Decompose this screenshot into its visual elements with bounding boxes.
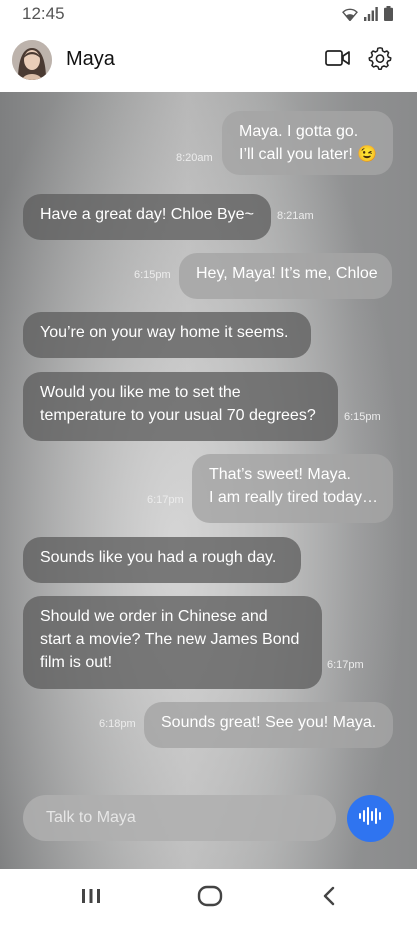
message-bubble-outgoing[interactable]: Hey, Maya! It’s me, Chloe: [179, 253, 392, 299]
contact-name: Maya: [66, 48, 115, 70]
message-text: film is out!: [40, 654, 113, 671]
message-bubble-outgoing[interactable]: Sounds great! See you! Maya.: [144, 702, 393, 748]
message-text: I’ll call you later! 😉: [239, 146, 378, 163]
status-bar: 12:45: [0, 0, 417, 28]
message-bubble-outgoing[interactable]: That’s sweet! Maya. I am really tired to…: [192, 454, 393, 523]
message-bubble-outgoing[interactable]: Maya. I gotta go. I’ll call you later! 😉: [222, 111, 393, 175]
status-icons: [342, 6, 393, 21]
voice-wave-icon: [358, 805, 384, 832]
message-text: Sounds like you had a rough day.: [40, 549, 277, 566]
message-input[interactable]: [46, 809, 306, 827]
message-bubble-incoming[interactable]: Should we order in Chinese and start a m…: [23, 596, 322, 689]
home-icon: [197, 885, 223, 912]
message-text: That’s sweet! Maya.: [209, 466, 351, 483]
message-text: Would you like me to set the: [40, 384, 241, 401]
message-timestamp: 8:21am: [277, 210, 314, 222]
message-text: Hey, Maya! It’s me, Chloe: [196, 265, 378, 282]
recent-apps-icon: [81, 888, 101, 909]
wifi-icon: [342, 8, 358, 21]
signal-icon: [364, 7, 378, 21]
message-text: I am really tired today…: [209, 489, 378, 506]
voice-button[interactable]: [347, 795, 394, 842]
message-bubble-incoming[interactable]: You’re on your way home it seems.: [23, 312, 311, 358]
message-text: You’re on your way home it seems.: [40, 324, 289, 341]
video-call-icon: [325, 49, 351, 72]
message-text: Should we order in Chinese and: [40, 608, 268, 625]
message-bubble-incoming[interactable]: Have a great day! Chloe Bye~: [23, 194, 271, 240]
chat-area[interactable]: Maya. I gotta go. I’ll call you later! 😉…: [0, 92, 417, 869]
message-text: Have a great day! Chloe Bye~: [40, 206, 254, 223]
message-timestamp: 6:18pm: [99, 718, 136, 730]
settings-button[interactable]: [365, 46, 395, 74]
battery-icon: [384, 6, 393, 21]
settings-gear-icon: [368, 46, 392, 75]
message-bubble-incoming[interactable]: Sounds like you had a rough day.: [23, 537, 301, 583]
back-button[interactable]: [309, 883, 349, 913]
navigation-bar: [0, 869, 417, 926]
message-bubble-incoming[interactable]: Would you like me to set the temperature…: [23, 372, 338, 441]
message-text: Sounds great! See you! Maya.: [161, 714, 377, 731]
message-timestamp: 8:20am: [176, 152, 213, 164]
message-text: Maya. I gotta go.: [239, 123, 359, 140]
message-timestamp: 6:15pm: [344, 411, 381, 423]
message-timestamp: 6:17pm: [147, 494, 184, 506]
message-text: start a movie? The new James Bond: [40, 631, 300, 648]
home-button[interactable]: [190, 883, 230, 913]
back-icon: [321, 886, 337, 911]
avatar[interactable]: [12, 40, 52, 80]
recent-apps-button[interactable]: [71, 883, 111, 913]
video-call-button[interactable]: [323, 46, 353, 74]
message-timestamp: 6:15pm: [134, 269, 171, 281]
chat-header: Maya: [0, 28, 417, 92]
status-time: 12:45: [22, 4, 65, 23]
message-timestamp: 6:17pm: [327, 659, 364, 671]
message-input-container[interactable]: [23, 795, 336, 841]
message-text: temperature to your usual 70 degrees?: [40, 407, 316, 424]
